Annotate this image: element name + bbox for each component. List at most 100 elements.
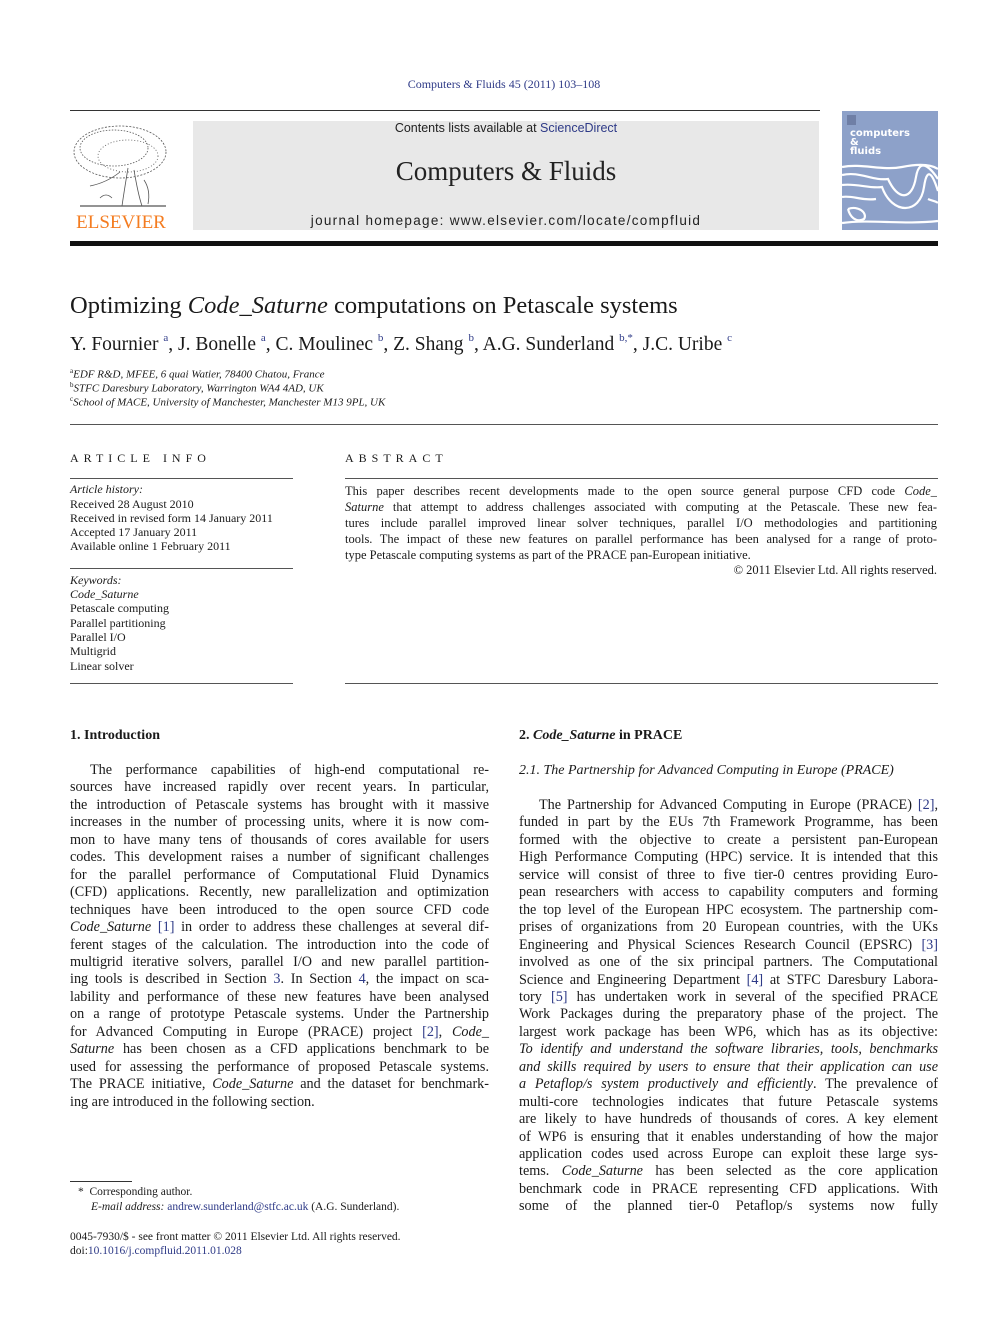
body-line: benchmark code in PRACE representing CFD… [519, 1181, 938, 1199]
body-line: pean researchers with access to capabili… [519, 884, 938, 902]
text-run: has undertaken work in several of the sp… [567, 988, 938, 1005]
text-run: This paper describes recent developments… [345, 484, 905, 498]
citation-link[interactable]: [2] [422, 1024, 439, 1040]
italic-run: Code_ [904, 484, 937, 498]
italic-run: a Petaflop/s system productively and eff… [519, 1076, 814, 1093]
journal-title: Computers & Fluids [395, 156, 617, 186]
doi-link[interactable]: 10.1016/j.compfluid.2011.01.028 [88, 1245, 242, 1257]
email-link[interactable]: andrew.sunderland@stfc.ac.uk [167, 1201, 308, 1213]
affiliation-marker[interactable]: c [727, 332, 732, 344]
citation-link[interactable]: [4] [747, 972, 764, 988]
italic-run: Code_Saturne [70, 919, 152, 936]
divider [70, 568, 293, 569]
section-heading: 2. Code_Saturne in PRACE [519, 728, 938, 744]
citation-link[interactable]: [1] [158, 919, 175, 935]
text-run: , [934, 797, 938, 813]
text-run: Engineering and Physical Sciences Resear… [519, 936, 922, 953]
body-line: Science and Engineering Department [4] a… [519, 972, 938, 990]
cover-publisher-mark-icon [847, 115, 856, 125]
journal-cover-image[interactable]: computers & fluids [842, 111, 938, 230]
keyword: Code_Saturne [70, 587, 139, 601]
text-run: has been selected as the core applicatio… [642, 1163, 938, 1180]
text-run: prises of organizations from 20 European… [519, 919, 938, 936]
text-run: tures include parallel improved linear s… [345, 516, 937, 530]
author-name: Z. Shang [393, 334, 464, 355]
affiliation-text: STFC Daresbury Laboratory, Warrington WA… [73, 382, 324, 395]
italic-run: Code_ [451, 1023, 490, 1040]
history-item: Accepted 17 January 2011 [70, 525, 198, 539]
body-line: application codes used across Europe can… [519, 1146, 938, 1164]
text-run: are likely to have hundreds of thousands… [519, 1111, 938, 1128]
sciencedirect-link[interactable]: ScienceDirect [540, 121, 617, 135]
body-line: increases in the number of processing un… [70, 814, 489, 832]
divider [70, 478, 293, 479]
affiliation-marker[interactable]: b [378, 332, 384, 344]
citation-link[interactable]: [5] [551, 989, 568, 1005]
article-info-heading: ARTICLE INFO [70, 451, 211, 465]
author-name: C. Moulinec [275, 334, 374, 355]
text-run [151, 919, 158, 935]
body-line: ing are introduced in the following sect… [70, 1094, 489, 1112]
text-run: at STFC Daresbury Labora- [763, 971, 938, 988]
abstract-heading: ABSTRACT [345, 451, 448, 465]
text-run: Work Packages during the preparatory pha… [519, 1006, 938, 1023]
text-run: multigrid iterative solvers, parallel I/… [70, 953, 489, 970]
citation-link[interactable]: 3 [273, 971, 280, 987]
citation-link[interactable]: 4 [359, 971, 366, 987]
email-label: E-mail address: [91, 1201, 168, 1213]
keyword: Multigrid [70, 644, 117, 658]
corresponding-author-note: * Corresponding author. [78, 1186, 192, 1198]
header-thick-rule [70, 241, 938, 246]
separator: , [265, 334, 276, 355]
affiliation-marker[interactable]: a [261, 332, 266, 344]
body-line: prises of organizations from 20 European… [519, 919, 938, 937]
text-run: tory [519, 988, 551, 1005]
divider [345, 683, 938, 684]
heading-text: in PRACE [615, 728, 683, 743]
affiliation-marker[interactable]: b [468, 332, 474, 344]
history-item: Received 28 August 2010 [70, 497, 194, 511]
text-run: , the impact on sca- [365, 971, 490, 988]
text-run: the introduction of Petascale systems ha… [70, 796, 489, 813]
text-run: (CFD) applications. Recently, new parall… [70, 884, 489, 901]
text-run: tools. The impact of these new features … [345, 532, 937, 546]
homepage-link[interactable]: www.elsevier.com/locate/compfluid [450, 213, 701, 228]
text-run: involved as one of the six principal par… [519, 954, 938, 971]
running-head[interactable]: Computers & Fluids 45 (2011) 103–108 [0, 77, 992, 92]
body-line: the top level of the European HPC ecosys… [519, 902, 938, 920]
citation-link[interactable]: [3] [921, 937, 938, 953]
text-run: has been chosen as a CFD applications be… [114, 1041, 489, 1058]
author-name: J.C. Uribe [642, 334, 723, 355]
keyword: Parallel I/O [70, 630, 126, 644]
keyword: Linear solver [70, 659, 134, 673]
text-run: funded in part by the EUs 7th Framework … [519, 814, 938, 831]
text-run: increases in the number of processing un… [70, 814, 489, 831]
body-line: formed with the objective to create a pe… [519, 832, 938, 850]
text-run: some of the planned tier-0 Petaflop/s sy… [519, 1198, 938, 1215]
affiliation-marker[interactable]: b,* [619, 332, 633, 344]
text-run: application codes used across Europe can… [519, 1146, 938, 1162]
affiliation-marker[interactable]: a [163, 332, 168, 344]
body-line: ing tools is described in Section 3. In … [70, 971, 489, 989]
history-label: Article history: [70, 482, 143, 496]
italic-run: Saturne [70, 1041, 115, 1058]
body-line: for Advanced Computing in Europe (PRACE)… [70, 1024, 489, 1042]
citation-link[interactable]: [2] [918, 797, 935, 813]
title-italic: Code_Saturne [187, 292, 328, 319]
history-item: Available online 1 February 2011 [70, 539, 231, 553]
body-line: for the parallel performance of Computat… [70, 867, 489, 885]
top-rule [70, 110, 820, 111]
italic-run: Saturne [345, 500, 384, 514]
text-run: . The prevalence of [813, 1076, 938, 1093]
body-line: the introduction of Petascale systems ha… [70, 797, 489, 815]
body-line: multi-core technologies indicates that f… [519, 1094, 938, 1112]
body-line: lability and performance of these new fe… [70, 989, 489, 1007]
keyword: Petascale computing [70, 601, 169, 615]
author-list: Y. Fournier a, J. Bonelle a, C. Moulinec… [70, 332, 732, 356]
body-line: sources have increased rapidly over rece… [70, 779, 489, 797]
body-line: and skills required by users to ensure t… [519, 1059, 938, 1077]
separator: , [383, 334, 394, 355]
text-run: codes. This development raises a number … [70, 849, 489, 866]
text-run: used for assessing the performance of pr… [70, 1058, 489, 1075]
text-run: formed with the objective to create a pe… [519, 831, 938, 848]
